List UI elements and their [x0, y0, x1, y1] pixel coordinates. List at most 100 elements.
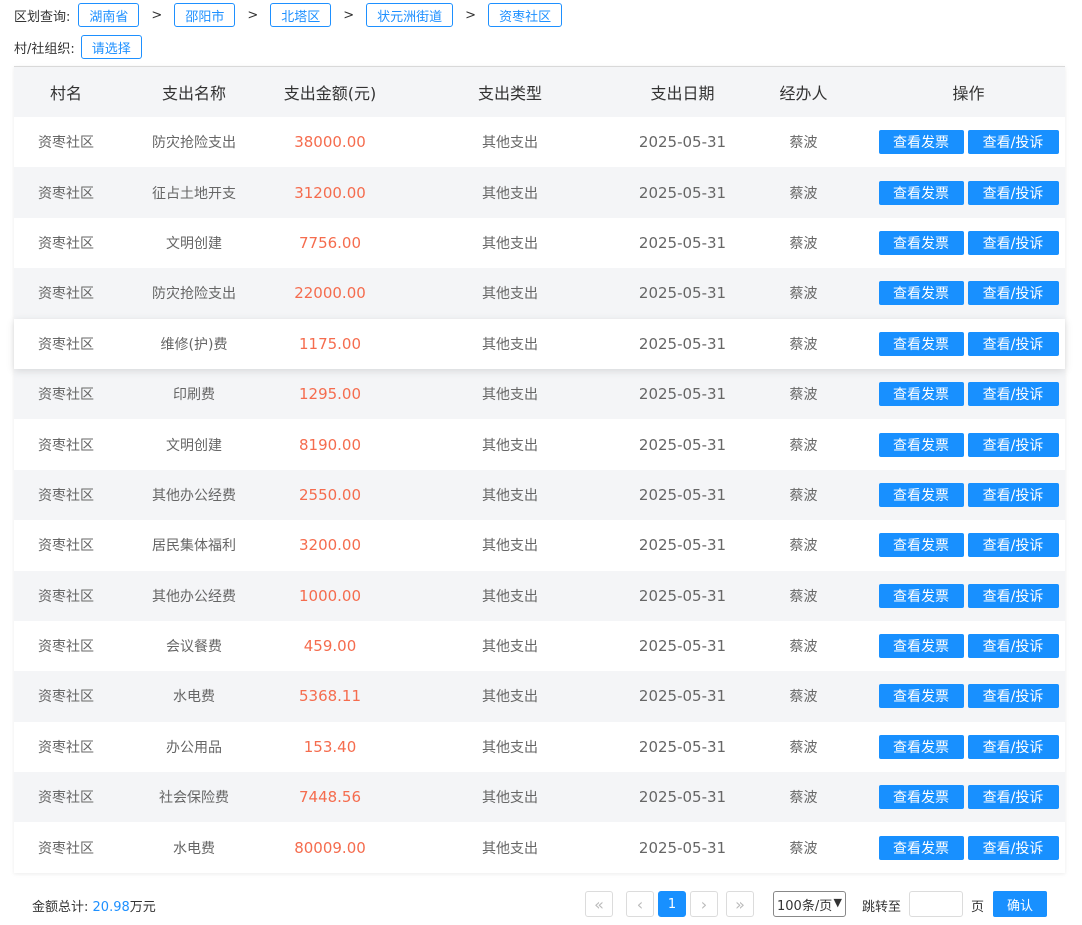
view-complain-button[interactable]: 查看/投诉 — [967, 230, 1059, 255]
page-prev-button[interactable]: ‹ — [626, 891, 654, 917]
cell-expense-name: 征占土地开支 — [152, 185, 236, 202]
cell-actions: 查看发票 查看/投诉 — [872, 835, 1065, 860]
chevron-down-icon: ▼ — [833, 896, 842, 909]
view-invoice-button[interactable]: 查看发票 — [878, 734, 964, 759]
cell-date: 2025-05-31 — [638, 788, 727, 807]
cell-expense-name: 社会保险费 — [159, 790, 229, 807]
cell-date: 2025-05-31 — [638, 485, 727, 504]
view-complain-button[interactable]: 查看/投诉 — [967, 432, 1059, 457]
org-select-button[interactable]: 请选择 — [80, 35, 142, 59]
view-invoice-button[interactable]: 查看发票 — [878, 482, 964, 507]
cell-actions: 查看发票 查看/投诉 — [872, 583, 1065, 608]
header-handler: 经办人 — [779, 84, 828, 103]
view-complain-button[interactable]: 查看/投诉 — [967, 634, 1059, 659]
cell-type: 其他支出 — [482, 487, 538, 504]
cell-actions: 查看发票 查看/投诉 — [872, 331, 1065, 356]
view-invoice-button[interactable]: 查看发票 — [878, 432, 964, 457]
total-label: 金额总计: — [32, 900, 89, 915]
cell-actions: 查看发票 查看/投诉 — [872, 180, 1065, 205]
breadcrumb-separator: > — [343, 7, 355, 23]
view-invoice-button[interactable]: 查看发票 — [878, 382, 964, 407]
view-invoice-button[interactable]: 查看发票 — [878, 281, 964, 306]
table-row: 资枣社区 水电费 80009.00 其他支出 2025-05-31 蔡波 查看发票 查看/投诉 — [14, 822, 1065, 873]
cell-actions: 查看发票 查看/投诉 — [872, 432, 1065, 457]
view-complain-button[interactable]: 查看/投诉 — [967, 785, 1059, 810]
page-current-button[interactable]: 1 — [658, 891, 686, 917]
view-invoice-button[interactable]: 查看发票 — [878, 583, 964, 608]
total-value: 20.98 — [92, 900, 130, 915]
view-complain-button[interactable]: 查看/投诉 — [967, 180, 1059, 205]
view-complain-button[interactable]: 查看/投诉 — [967, 382, 1059, 407]
cell-amount: 8190.00 — [298, 435, 362, 454]
cell-handler: 蔡波 — [789, 286, 818, 303]
cell-amount: 7756.00 — [298, 233, 362, 252]
cell-expense-name: 居民集体福利 — [152, 538, 236, 555]
view-complain-button[interactable]: 查看/投诉 — [967, 684, 1059, 709]
table-footer: 金额总计: 20.98万元 « ‹ 1 › » 100条/页 ▼ 跳转至 页 确… — [0, 885, 1082, 923]
cell-amount: 22000.00 — [294, 284, 366, 303]
view-complain-button[interactable]: 查看/投诉 — [967, 835, 1059, 860]
cell-amount: 7448.56 — [298, 788, 362, 807]
cell-actions: 查看发票 查看/投诉 — [872, 382, 1065, 407]
cell-village: 资枣社区 — [38, 840, 94, 857]
table-row: 资枣社区 征占土地开支 31200.00 其他支出 2025-05-31 蔡波 查看发票 查看… — [14, 167, 1065, 218]
view-complain-button[interactable]: 查看/投诉 — [967, 130, 1059, 155]
cell-handler: 蔡波 — [789, 185, 818, 202]
cell-amount: 80009.00 — [294, 838, 366, 857]
view-complain-button[interactable]: 查看/投诉 — [967, 482, 1059, 507]
cell-actions: 查看发票 查看/投诉 — [872, 533, 1065, 558]
table-row: 资枣社区 防灾抢险支出 38000.00 其他支出 2025-05-31 蔡波 查看发票 查看… — [14, 117, 1065, 168]
cell-village: 资枣社区 — [38, 336, 94, 353]
view-invoice-button[interactable]: 查看发票 — [878, 634, 964, 659]
view-invoice-button[interactable]: 查看发票 — [878, 180, 964, 205]
cell-expense-name: 防灾抢险支出 — [152, 135, 236, 152]
view-invoice-button[interactable]: 查看发票 — [878, 130, 964, 155]
cell-date: 2025-05-31 — [638, 435, 727, 454]
cell-village: 资枣社区 — [38, 185, 94, 202]
table-row: 资枣社区 防灾抢险支出 22000.00 其他支出 2025-05-31 蔡波 查看发票 查看… — [14, 268, 1065, 319]
view-invoice-button[interactable]: 查看发票 — [878, 230, 964, 255]
page-size-select[interactable]: 100条/页 ▼ — [773, 891, 846, 917]
cell-village: 资枣社区 — [38, 387, 94, 404]
view-complain-button[interactable]: 查看/投诉 — [967, 281, 1059, 306]
total-unit: 万元 — [129, 900, 156, 915]
cell-date: 2025-05-31 — [638, 133, 727, 152]
view-invoice-button[interactable]: 查看发票 — [878, 533, 964, 558]
cell-date: 2025-05-31 — [638, 284, 727, 303]
region-community[interactable]: 资枣社区 — [488, 3, 563, 27]
page-first-button[interactable]: « — [585, 891, 613, 917]
region-district[interactable]: 北塔区 — [270, 3, 332, 27]
cell-date: 2025-05-31 — [638, 385, 727, 404]
cell-actions: 查看发票 查看/投诉 — [872, 130, 1065, 155]
view-complain-button[interactable]: 查看/投诉 — [967, 583, 1059, 608]
page-size-value: 100条/页 — [777, 898, 833, 914]
view-invoice-button[interactable]: 查看发票 — [878, 785, 964, 810]
cell-date: 2025-05-31 — [638, 183, 727, 202]
cell-expense-name: 印刷费 — [173, 387, 215, 404]
cell-handler: 蔡波 — [789, 336, 818, 353]
table-row: 资枣社区 办公用品 153.40 其他支出 2025-05-31 蔡波 查看发票 查看/投诉 — [14, 721, 1065, 773]
view-complain-button[interactable]: 查看/投诉 — [967, 533, 1059, 558]
region-street[interactable]: 状元洲街道 — [366, 3, 454, 27]
view-complain-button[interactable]: 查看/投诉 — [967, 331, 1059, 356]
cell-village: 资枣社区 — [38, 538, 94, 555]
jump-page-input[interactable] — [909, 891, 963, 917]
cell-type: 其他支出 — [482, 336, 538, 353]
view-invoice-button[interactable]: 查看发票 — [878, 331, 964, 356]
cell-handler: 蔡波 — [789, 437, 818, 454]
header-amount: 支出金额(元) — [283, 84, 377, 103]
view-invoice-button[interactable]: 查看发票 — [878, 835, 964, 860]
page-last-button[interactable]: » — [726, 891, 754, 917]
cell-village: 资枣社区 — [38, 235, 94, 252]
page-next-button[interactable]: › — [690, 891, 718, 917]
total-amount: 金额总计: 20.98万元 — [32, 896, 156, 915]
region-breadcrumb: 区划查询: 湖南省 > 邵阳市 > 北塔区 > 状元洲街道 > 资枣社区 — [14, 2, 563, 28]
cell-handler: 蔡波 — [789, 235, 818, 252]
region-province[interactable]: 湖南省 — [78, 3, 140, 27]
view-complain-button[interactable]: 查看/投诉 — [967, 734, 1059, 759]
cell-type: 其他支出 — [482, 135, 538, 152]
cell-handler: 蔡波 — [789, 387, 818, 404]
region-city[interactable]: 邵阳市 — [174, 3, 236, 27]
confirm-jump-button[interactable]: 确认 — [993, 891, 1047, 917]
view-invoice-button[interactable]: 查看发票 — [878, 684, 964, 709]
